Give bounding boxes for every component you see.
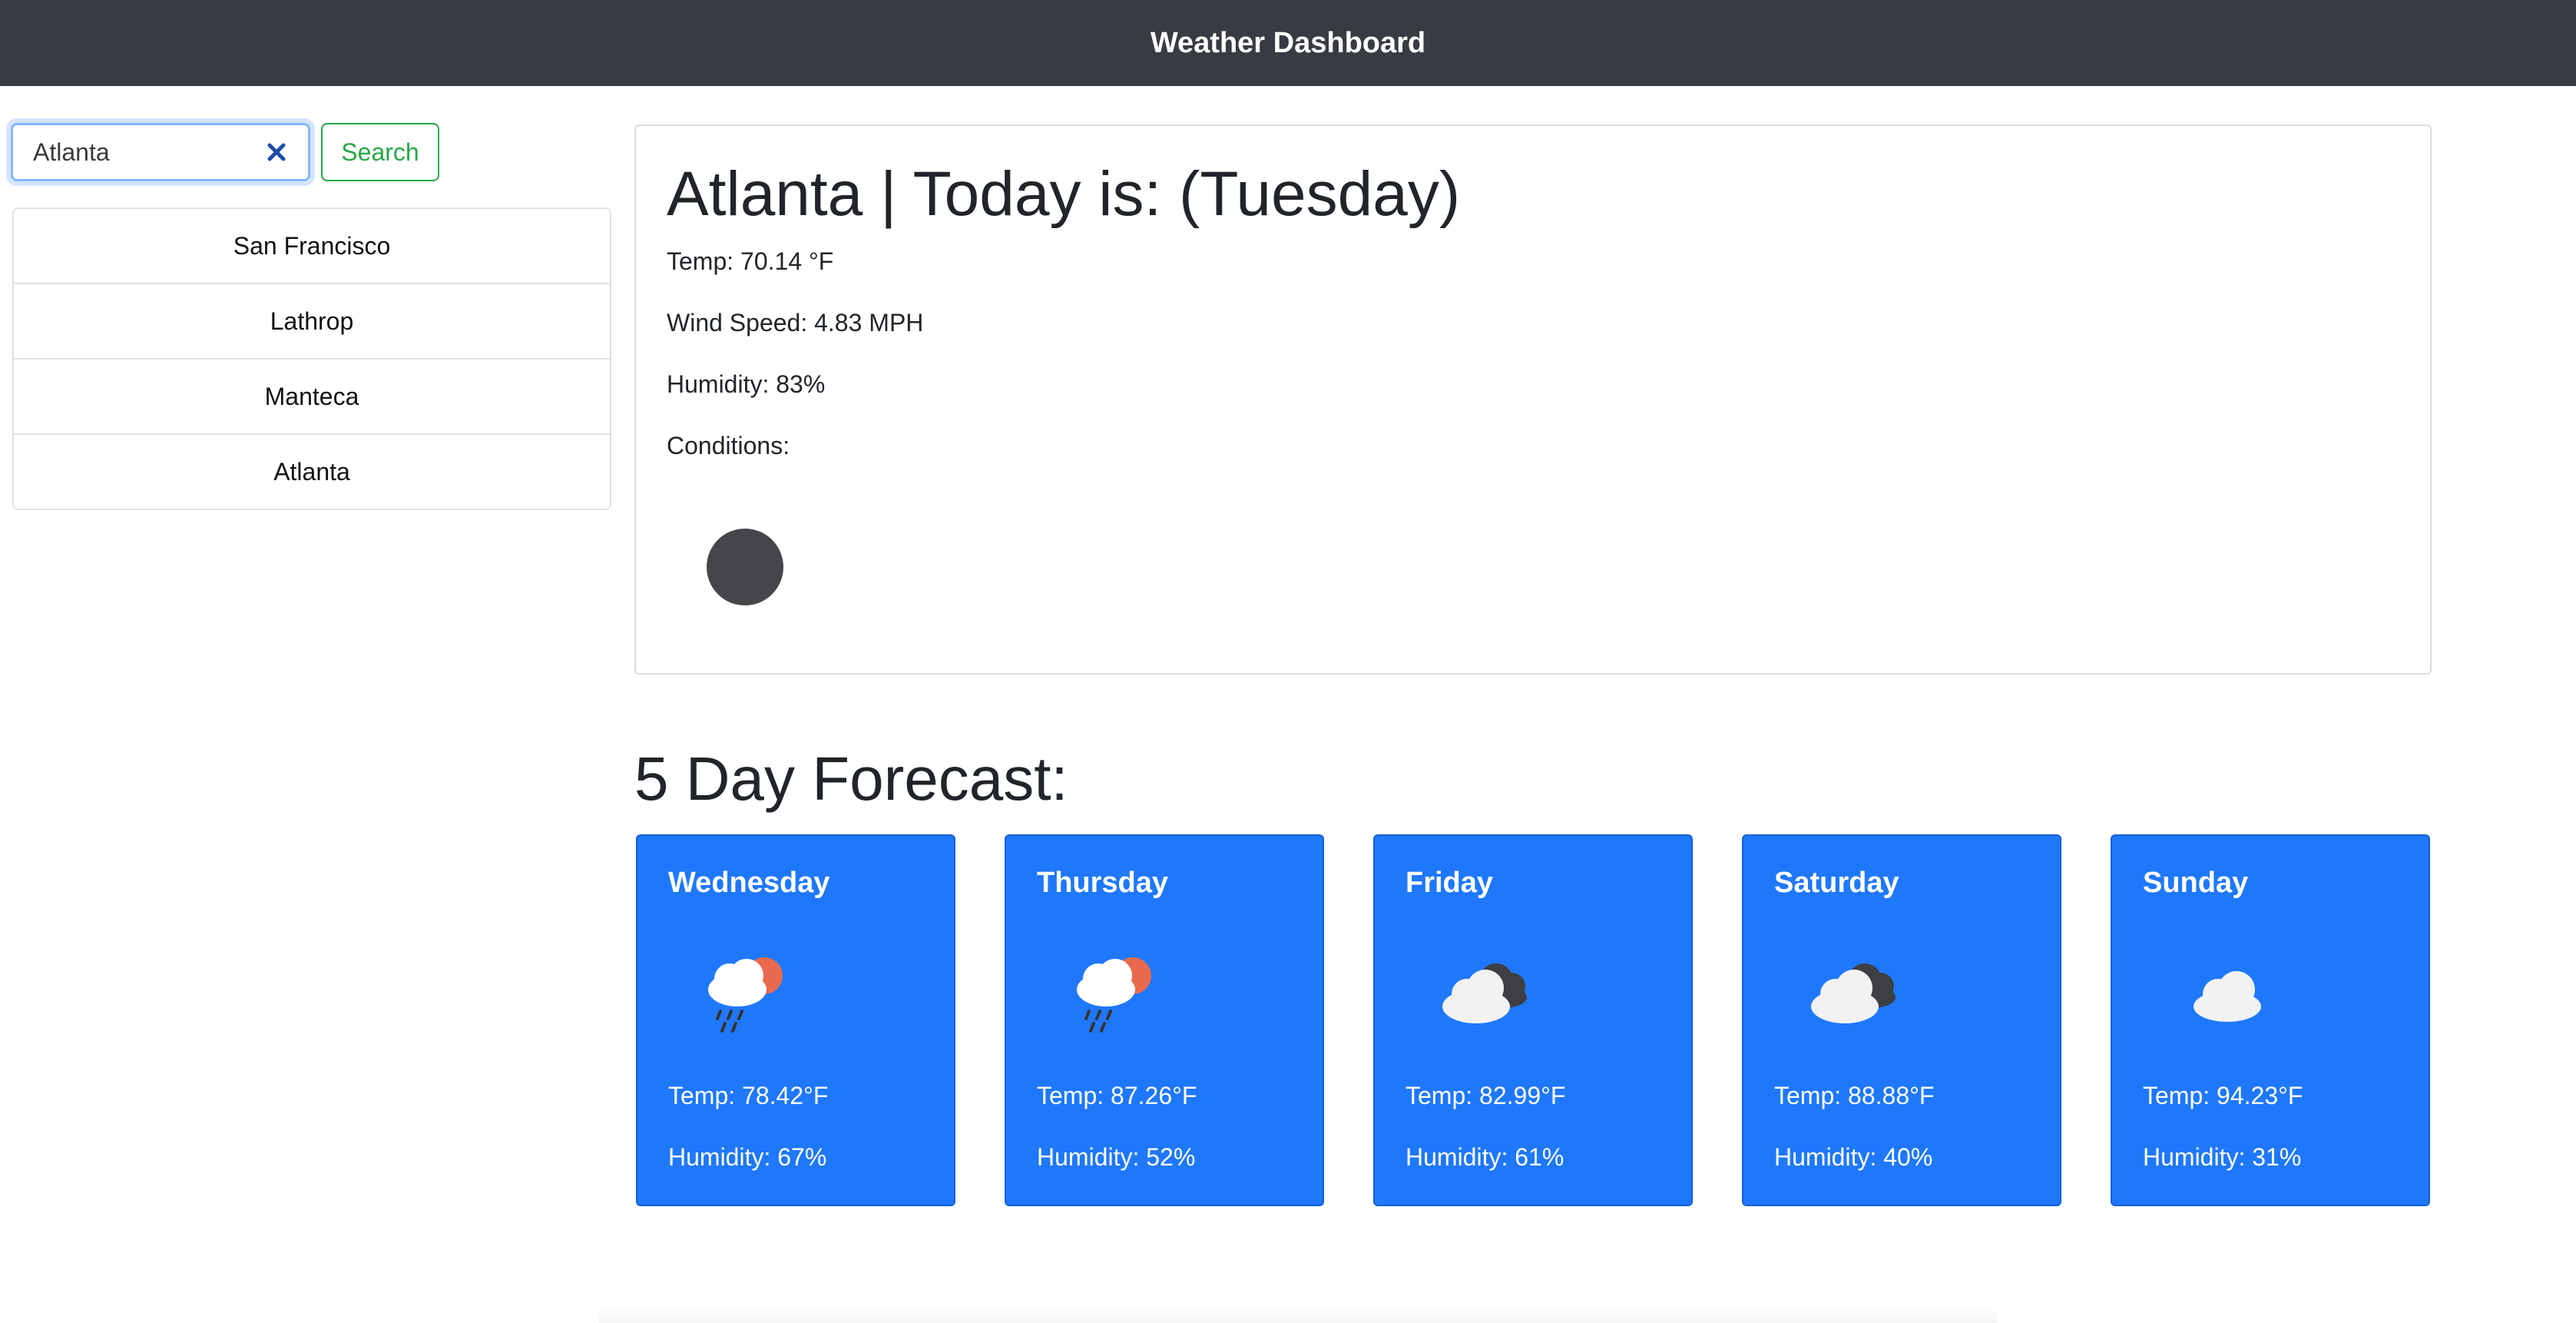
forecast-humidity: Humidity: 67%: [668, 1143, 827, 1171]
rain-sun-icon: [1077, 957, 1151, 1033]
broken-clouds-icon: [1811, 963, 1896, 1023]
forecast-card-wednesday: Wednesday Temp: 78.42°F Humidity: 67%: [636, 834, 955, 1206]
current-humidity: Humidity: 83%: [667, 370, 826, 398]
forecast-temp: Temp: 82.99°F: [1406, 1082, 1566, 1109]
forecast-day: Wednesday: [668, 867, 830, 899]
page-bottom-shadow: [599, 1306, 1997, 1323]
search-field[interactable]: [11, 123, 310, 181]
history-item-atlanta[interactable]: Atlanta: [14, 435, 610, 509]
search-input[interactable]: [31, 137, 250, 167]
search-history-list: San Francisco Lathrop Manteca Atlanta: [12, 207, 611, 510]
top-navbar: Weather Dashboard: [0, 0, 2576, 86]
forecast-day: Friday: [1406, 867, 1494, 899]
current-weather-card: Atlanta | Today is: (Tuesday) Temp: 70.1…: [634, 124, 2432, 675]
forecast-day: Thursday: [1037, 867, 1169, 899]
forecast-day: Sunday: [2143, 867, 2249, 899]
forecast-temp: Temp: 88.88°F: [1774, 1082, 1935, 1109]
cloud-icon: [2194, 971, 2261, 1022]
forecast-card-thursday: Thursday Temp: 87.26°F Humidity: 52%: [1005, 834, 1324, 1206]
history-item-manteca[interactable]: Manteca: [14, 360, 610, 435]
rain-sun-icon: [708, 957, 783, 1033]
current-weather-title: Atlanta | Today is: (Tuesday): [667, 159, 1461, 229]
history-item-san-francisco[interactable]: San Francisco: [14, 209, 610, 284]
forecast-temp: Temp: 87.26°F: [1037, 1082, 1197, 1109]
forecast-temp: Temp: 78.42°F: [668, 1082, 829, 1109]
current-conditions-label: Conditions:: [667, 432, 790, 459]
forecast-humidity: Humidity: 31%: [2143, 1143, 2302, 1171]
current-wind-speed: Wind Speed: 4.83 MPH: [667, 309, 924, 337]
current-temp: Temp: 70.14 °F: [667, 247, 834, 275]
app-title: Weather Dashboard: [1150, 26, 1426, 59]
forecast-heading: 5 Day Forecast:: [634, 744, 1068, 813]
forecast-temp: Temp: 94.23°F: [2143, 1082, 2303, 1109]
history-item-lathrop[interactable]: Lathrop: [14, 284, 610, 360]
conditions-icon: [707, 529, 783, 605]
forecast-day: Saturday: [1774, 867, 1899, 899]
search-button[interactable]: Search: [321, 123, 439, 181]
forecast-humidity: Humidity: 61%: [1406, 1143, 1564, 1171]
forecast-card-saturday: Saturday Temp: 88.88°F Humidity: 40%: [1742, 834, 2061, 1206]
forecast-card-sunday: Sunday Temp: 94.23°F Humidity: 31%: [2111, 834, 2430, 1206]
forecast-card-friday: Friday Temp: 82.99°F Humidity: 61%: [1373, 834, 1693, 1206]
clear-icon[interactable]: [263, 139, 290, 165]
broken-clouds-icon: [1442, 963, 1527, 1023]
forecast-humidity: Humidity: 40%: [1774, 1143, 1933, 1171]
forecast-humidity: Humidity: 52%: [1037, 1143, 1196, 1171]
